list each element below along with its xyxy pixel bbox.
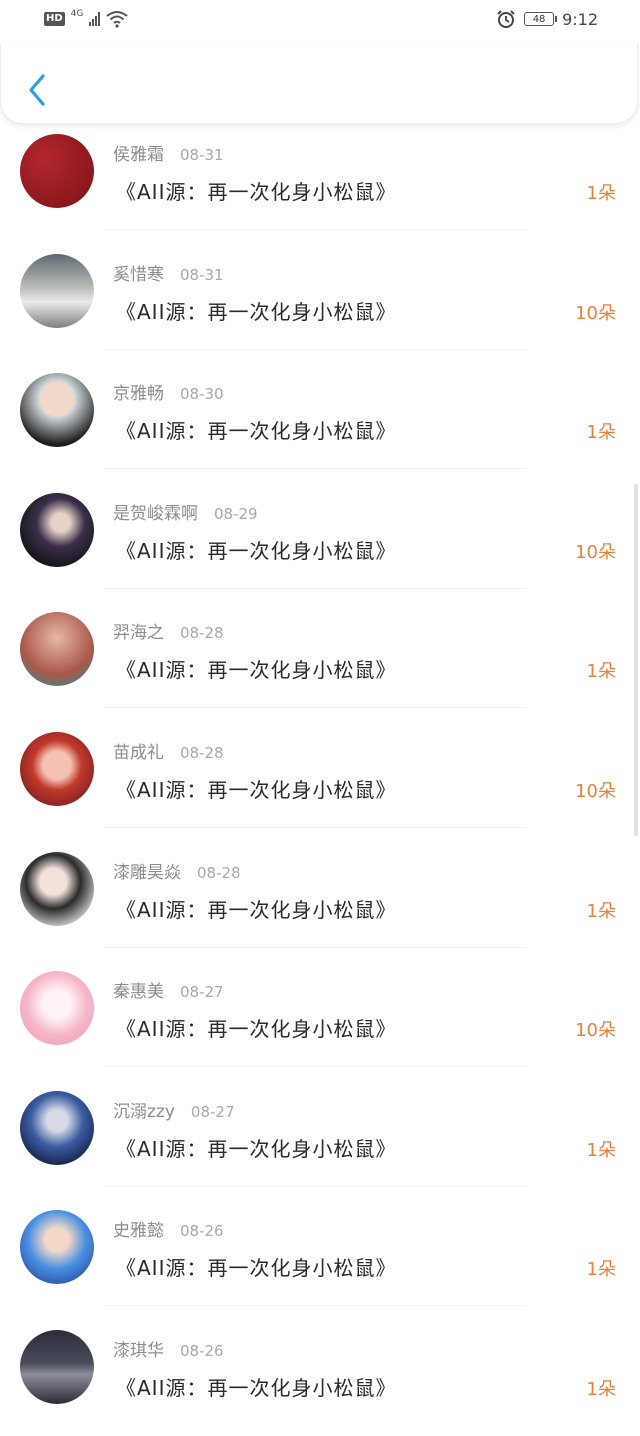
date: 08-31 (180, 146, 224, 164)
gift-count: 1朵 (586, 1139, 616, 1161)
gift-count: 1朵 (586, 1259, 616, 1281)
gift-title: 《AII源：再一次化身小松鼠》 (116, 180, 397, 204)
avatar[interactable] (20, 253, 94, 328)
user-name[interactable]: 羿海之 (113, 618, 164, 643)
gift-count: 1朵 (586, 422, 616, 444)
avatar[interactable] (20, 1329, 94, 1404)
gift-title: 《AII源：再一次化身小松鼠》 (116, 419, 397, 444)
date: 08-28 (180, 743, 224, 762)
list-item[interactable]: 侯雅霜 08-31 《AII源：再一次化身小松鼠》 1朵 (0, 120, 640, 240)
gift-title: 《AII源：再一次化身小松鼠》 (116, 299, 397, 324)
list-item[interactable]: 羿海之 08-28 《AII源：再一次化身小松鼠》 1朵 (0, 598, 640, 718)
user-name[interactable]: 侯雅霜 (113, 140, 164, 165)
divider (104, 587, 526, 589)
gift-count: 10朵 (575, 541, 616, 563)
back-button[interactable] (23, 70, 51, 110)
user-name[interactable]: 秦惠美 (113, 977, 164, 1002)
battery-icon: 48 (524, 12, 558, 26)
gift-count: 1朵 (586, 183, 616, 204)
gift-title: 《AII源：再一次化身小松鼠》 (116, 777, 397, 802)
date: 08-31 (180, 265, 224, 284)
avatar[interactable] (20, 134, 94, 208)
divider (104, 229, 526, 230)
list-item[interactable]: 史雅懿 08-26 《AII源：再一次化身小松鼠》 1朵 (0, 1196, 640, 1316)
wifi-icon (106, 11, 128, 28)
list-item[interactable]: 是贺峻霖啊 08-29 《AII源：再一次化身小松鼠》 10朵 (0, 479, 640, 599)
divider (104, 946, 526, 948)
divider (104, 707, 526, 709)
clock: 9:12 (562, 9, 598, 29)
network-type: 4G (70, 9, 84, 19)
gift-title: 《AII源：再一次化身小松鼠》 (116, 658, 397, 683)
avatar[interactable] (20, 612, 94, 687)
user-name[interactable]: 漆雕昊焱 (113, 858, 181, 883)
avatar[interactable] (20, 373, 94, 448)
divider (104, 826, 526, 828)
avatar[interactable] (20, 851, 94, 926)
gift-count: 10朵 (575, 1020, 616, 1042)
date: 08-29 (214, 504, 258, 523)
date: 08-26 (180, 1341, 224, 1360)
list-item[interactable]: 秦惠美 08-27 《AII源：再一次化身小松鼠》 10朵 (0, 957, 640, 1077)
avatar[interactable] (20, 492, 94, 567)
divider (104, 1305, 526, 1307)
hd-badge: HD (44, 12, 65, 26)
gift-count: 1朵 (586, 1378, 616, 1400)
gift-count: 10朵 (575, 780, 616, 802)
user-name[interactable]: 奚惜寒 (113, 260, 164, 285)
divider (104, 1185, 526, 1187)
user-name[interactable]: 是贺峻霖啊 (113, 499, 198, 524)
gift-title: 《AII源：再一次化身小松鼠》 (116, 1375, 397, 1400)
avatar[interactable] (20, 971, 94, 1046)
list-item[interactable]: 漆琪华 08-26 《AII源：再一次化身小松鼠》 1朵 (0, 1316, 640, 1436)
gift-title: 《AII源：再一次化身小松鼠》 (116, 1136, 397, 1161)
gift-title: 《AII源：再一次化身小松鼠》 (116, 538, 397, 563)
divider (104, 1066, 526, 1068)
list-item[interactable]: 京雅畅 08-30 《AII源：再一次化身小松鼠》 1朵 (0, 359, 640, 479)
date: 08-30 (180, 385, 224, 404)
avatar[interactable] (20, 1210, 94, 1285)
date: 08-28 (197, 863, 241, 882)
scrollbar[interactable] (634, 484, 638, 836)
alarm-icon (497, 10, 515, 28)
list-item[interactable]: 苗成礼 08-28 《AII源：再一次化身小松鼠》 10朵 (0, 718, 640, 838)
avatar[interactable] (20, 1090, 94, 1165)
user-name[interactable]: 沉溺zzy (113, 1097, 175, 1122)
user-name[interactable]: 漆琪华 (113, 1336, 164, 1361)
date: 08-27 (180, 983, 224, 1002)
divider (104, 348, 526, 350)
user-name[interactable]: 苗成礼 (113, 738, 164, 763)
signal-icon (89, 12, 101, 26)
gift-count: 1朵 (586, 661, 616, 683)
battery-level: 48 (532, 14, 546, 25)
chevron-left-icon (29, 74, 45, 106)
gift-title: 《AII源：再一次化身小松鼠》 (116, 1256, 397, 1281)
gift-title: 《AII源：再一次化身小松鼠》 (116, 897, 397, 922)
list-item[interactable]: 漆雕昊焱 08-28 《AII源：再一次化身小松鼠》 1朵 (0, 838, 640, 958)
divider (104, 468, 526, 470)
date: 08-28 (180, 624, 224, 643)
list-item[interactable]: 奚惜寒 08-31 《AII源：再一次化身小松鼠》 10朵 (0, 240, 640, 360)
avatar[interactable] (20, 731, 94, 806)
gift-count: 1朵 (586, 900, 616, 922)
status-bar: HD 4G 48 9:12 (0, 0, 640, 44)
user-name[interactable]: 史雅懿 (113, 1216, 164, 1241)
gift-title: 《AII源：再一次化身小松鼠》 (116, 1017, 397, 1042)
gift-count: 10朵 (575, 302, 616, 324)
gift-record-list: 侯雅霜 08-31 《AII源：再一次化身小松鼠》 1朵 奚惜寒 08-31 《… (0, 120, 640, 1436)
date: 08-26 (180, 1222, 224, 1241)
user-name[interactable]: 京雅畅 (113, 379, 164, 404)
list-item[interactable]: 沉溺zzy 08-27 《AII源：再一次化身小松鼠》 1朵 (0, 1077, 640, 1197)
top-bar (0, 44, 638, 124)
date: 08-27 (190, 1102, 235, 1121)
